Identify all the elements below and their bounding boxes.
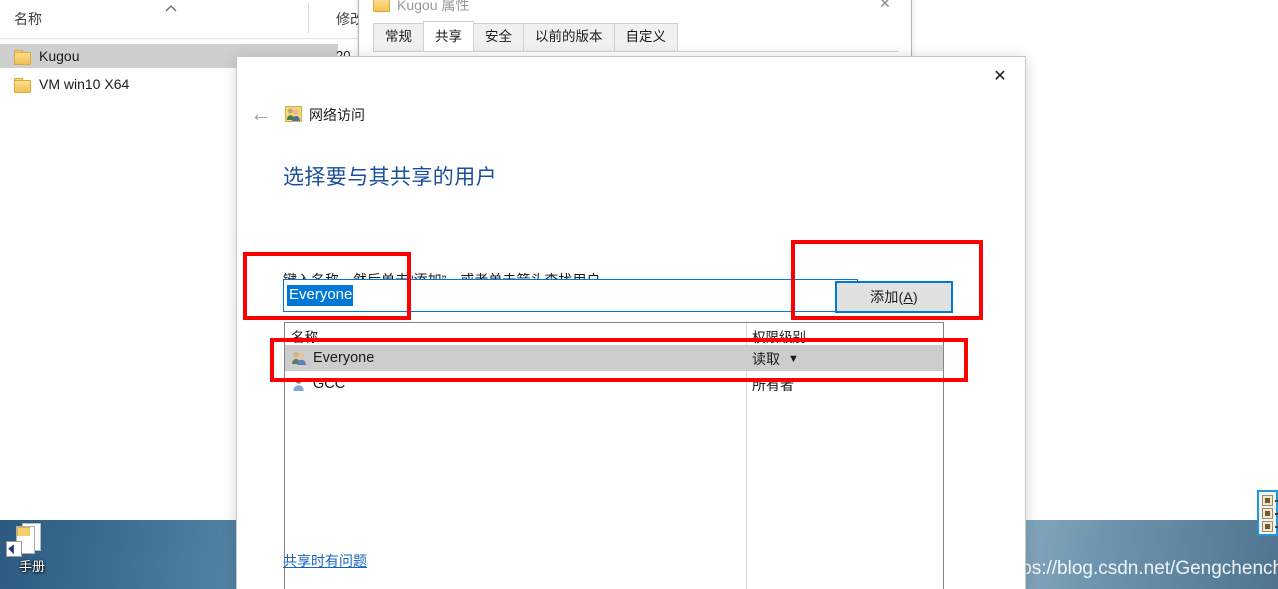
list-item-name: Everyone <box>313 350 375 366</box>
list-item-name: GCC <box>313 376 346 392</box>
tab-general[interactable]: 常规 <box>373 23 424 51</box>
user-name-input-value[interactable]: Everyone <box>287 285 354 306</box>
desktop-shortcut-manual[interactable]: 手册 <box>4 521 60 585</box>
permission-dropdown-everyone[interactable]: 读取 ▼ <box>752 349 799 369</box>
network-access-users-icon <box>285 106 302 122</box>
tab-customize[interactable]: 自定义 <box>613 23 678 51</box>
screen-root: 手册 https://blog.csdn.net/Gengchenchen 名称… <box>0 0 1278 589</box>
add-button[interactable]: 添加(A) <box>835 281 953 313</box>
permission-label-gcc: 所有者 <box>752 375 794 395</box>
network-access-dialog: ✕ ← 网络访问 选择要与其共享的用户 键入名称，然后单击“添加”，或者单击箭头… <box>236 56 1026 589</box>
explorer-row-label: VM win10 X64 <box>39 76 130 92</box>
explorer-row-label: Kugou <box>39 48 80 64</box>
group-users-icon <box>291 350 307 366</box>
permission-level-value: 读取 <box>752 351 780 367</box>
shared-users-listbox[interactable]: 名称 权限级别 Everyone 读取 ▼ GCC 所有者 <box>284 322 944 589</box>
document-corner-icon <box>17 527 30 536</box>
folder-icon <box>373 0 390 12</box>
permission-level-value: 所有者 <box>752 377 794 393</box>
close-icon[interactable]: ✕ <box>977 59 1023 93</box>
widget-item-2-icon[interactable] <box>1262 508 1273 519</box>
single-user-icon <box>291 376 307 392</box>
add-button-label-prefix: 添加( <box>870 289 904 305</box>
column-divider <box>308 3 309 33</box>
folder-icon <box>14 49 31 65</box>
list-item-everyone[interactable]: Everyone <box>285 345 943 371</box>
tab-sharing[interactable]: 共享 <box>423 21 474 51</box>
chevron-down-icon: ▼ <box>788 353 799 365</box>
edge-floating-widget[interactable] <box>1257 490 1278 536</box>
list-item-gcc[interactable]: GCC <box>285 371 943 397</box>
page-title: 选择要与其共享的用户 <box>283 166 497 189</box>
user-name-combobox[interactable]: Everyone <box>283 279 828 312</box>
close-icon[interactable]: ✕ <box>865 0 905 15</box>
add-button-accelerator: A <box>903 289 913 305</box>
properties-titlebar: Kugou 属性 ✕ <box>359 0 911 23</box>
properties-tab-strip: 常规 共享 安全 以前的版本 自定义 <box>373 21 898 52</box>
listbox-header-permission: 权限级别 <box>752 330 806 345</box>
watermark-text: https://blog.csdn.net/Gengchenchen <box>1000 558 1278 579</box>
folder-icon <box>14 77 31 93</box>
trouble-sharing-link[interactable]: 共享时有问题 <box>283 551 367 571</box>
widget-item-3-icon[interactable] <box>1262 521 1273 532</box>
listbox-header-row: 名称 权限级别 <box>285 323 943 345</box>
dialog-header-title: 网络访问 <box>309 107 365 123</box>
sort-ascending-chevron-icon <box>163 4 179 14</box>
tab-previous-versions[interactable]: 以前的版本 <box>523 23 615 51</box>
add-button-label-suffix: ) <box>912 289 918 305</box>
column-header-name[interactable]: 名称 <box>14 9 42 29</box>
tab-security[interactable]: 安全 <box>473 23 524 51</box>
listbox-header-name: 名称 <box>291 330 318 345</box>
widget-item-1-icon[interactable] <box>1262 495 1273 506</box>
back-arrow-icon[interactable]: ← <box>246 101 276 127</box>
desktop-shortcut-label: 手册 <box>18 560 45 575</box>
properties-window-title: Kugou 属性 <box>397 0 470 13</box>
shortcut-arrow-icon <box>6 541 22 557</box>
